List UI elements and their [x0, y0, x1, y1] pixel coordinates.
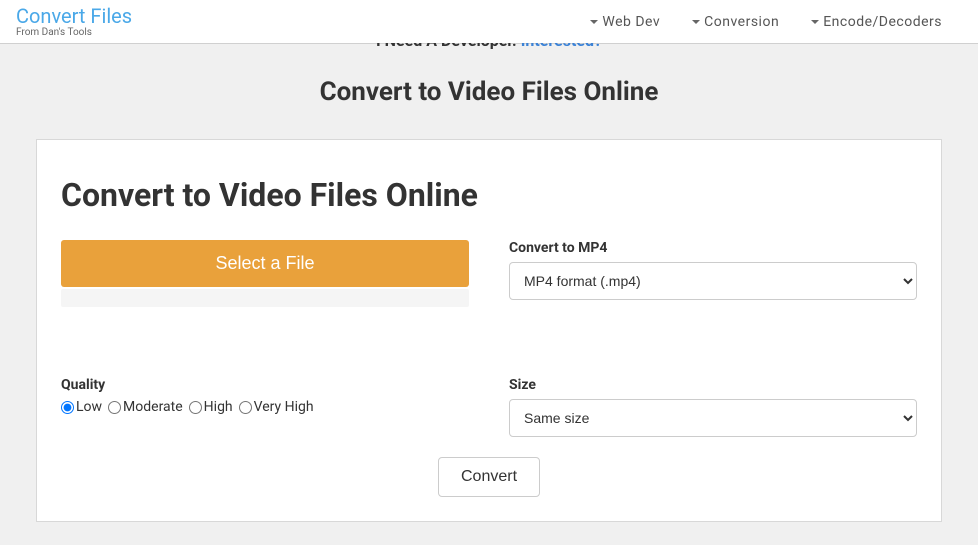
- quality-label: Quality: [61, 377, 469, 393]
- nav-label: Encode/Decoders: [823, 14, 942, 30]
- quality-radio-high[interactable]: [189, 401, 202, 414]
- format-select[interactable]: MP4 format (.mp4): [509, 262, 917, 300]
- size-label: Size: [509, 377, 917, 393]
- quality-radio-label: Moderate: [123, 399, 183, 415]
- navbar: Convert Files From Dan's Tools Web Dev C…: [0, 0, 978, 44]
- quality-radio-moderate[interactable]: [108, 401, 121, 414]
- file-name-display: [61, 289, 469, 307]
- caret-down-icon: [811, 20, 819, 24]
- nav-item-webdev[interactable]: Web Dev: [590, 14, 660, 30]
- nav-item-conversion[interactable]: Conversion: [692, 14, 779, 30]
- nav-item-encode[interactable]: Encode/Decoders: [811, 14, 942, 30]
- quality-radio-veryhigh[interactable]: [239, 401, 252, 414]
- quality-radio-group: Low Moderate High Very High: [61, 399, 469, 415]
- nav-label: Web Dev: [602, 14, 660, 30]
- convert-to-label: Convert to MP4: [509, 240, 917, 256]
- quality-option-low[interactable]: Low: [61, 399, 102, 415]
- banner-text: I Need A Developer.: [376, 43, 521, 50]
- brand-subtitle: From Dan's Tools: [16, 27, 132, 38]
- quality-radio-label: Low: [76, 399, 102, 415]
- select-file-button[interactable]: Select a File: [61, 240, 469, 287]
- page-title: Convert to Video Files Online: [0, 77, 978, 107]
- brand[interactable]: Convert Files From Dan's Tools: [16, 5, 132, 38]
- quality-option-high[interactable]: High: [189, 399, 233, 415]
- quality-radio-label: Very High: [254, 399, 314, 415]
- quality-option-moderate[interactable]: Moderate: [108, 399, 183, 415]
- nav-label: Conversion: [704, 14, 779, 30]
- convert-card: Convert to Video Files Online Select a F…: [36, 139, 942, 522]
- card-title: Convert to Video Files Online: [61, 176, 917, 214]
- size-select[interactable]: Same size: [509, 399, 917, 437]
- caret-down-icon: [692, 20, 700, 24]
- quality-option-veryhigh[interactable]: Very High: [239, 399, 314, 415]
- convert-button[interactable]: Convert: [438, 457, 540, 497]
- nav-menu: Web Dev Conversion Encode/Decoders: [590, 14, 962, 30]
- brand-title: Convert Files: [16, 5, 132, 27]
- caret-down-icon: [590, 20, 598, 24]
- quality-radio-low[interactable]: [61, 401, 74, 414]
- developer-banner: I Need A Developer. Interested?: [0, 43, 978, 53]
- quality-radio-label: High: [204, 399, 233, 415]
- banner-link[interactable]: Interested?: [521, 43, 602, 50]
